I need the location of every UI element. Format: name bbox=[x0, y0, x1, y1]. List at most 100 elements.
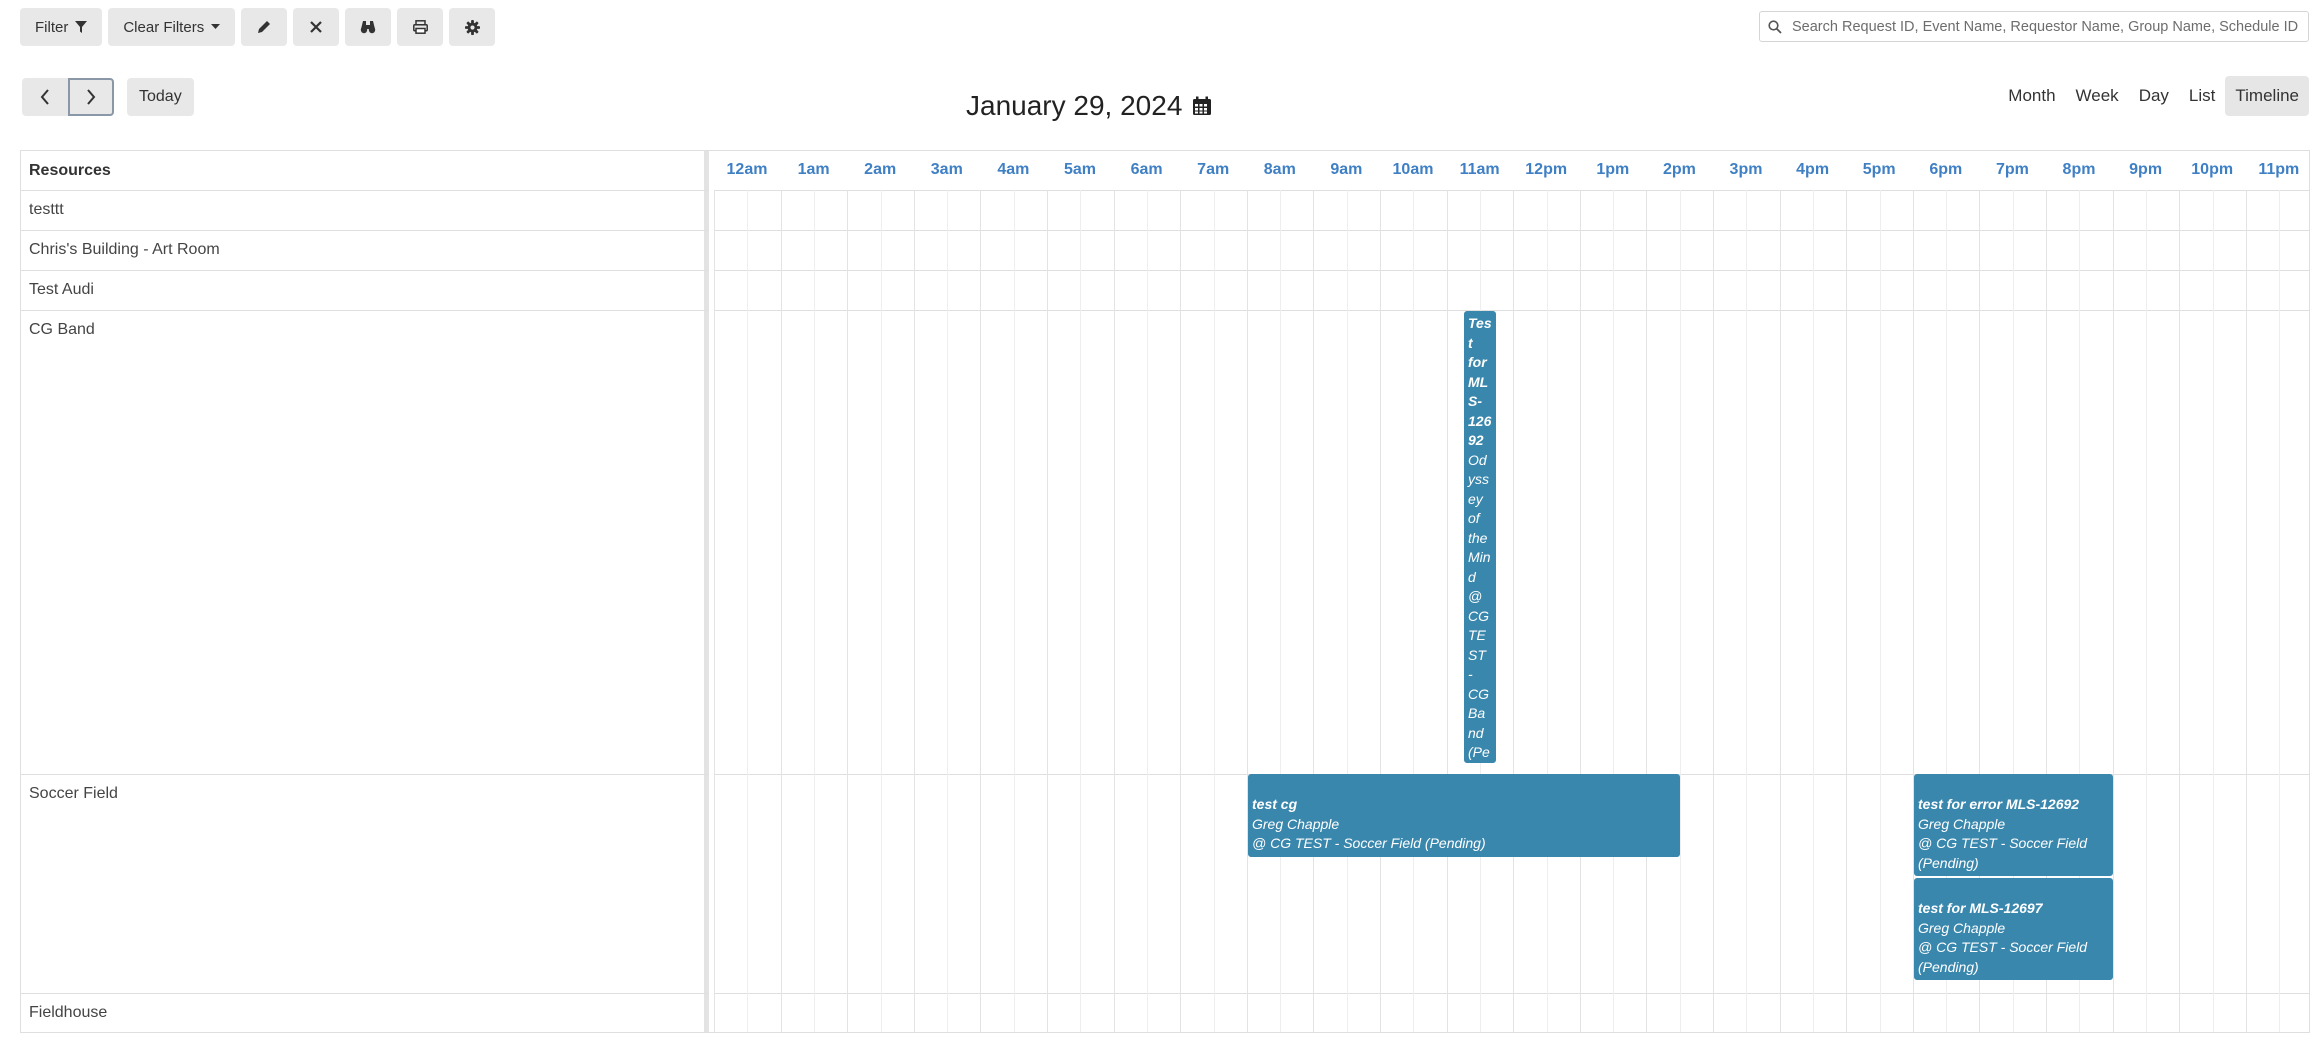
funnel-icon bbox=[75, 21, 88, 33]
hour-gridline bbox=[2245, 190, 2247, 1032]
hour-label: 12am bbox=[726, 161, 768, 178]
half-hour-gridline bbox=[2145, 190, 2147, 1032]
half-hour-gridline bbox=[1746, 190, 1748, 1032]
hour-gridline bbox=[1246, 190, 1248, 1032]
half-hour-gridline bbox=[1346, 190, 1348, 1032]
resource-row: Chris's Building - Art Room bbox=[21, 230, 709, 270]
event-block[interactable]: test for error MLS-12692 Greg Chapple @ … bbox=[1914, 774, 2113, 876]
event-location: @ CG TEST - Soccer Field (Pending) bbox=[1918, 939, 2088, 975]
hour-label: 6pm bbox=[1929, 161, 1963, 178]
event-title: test cg bbox=[1252, 796, 1298, 812]
event-subtitle: Greg Chapple bbox=[1252, 815, 1340, 832]
event-block[interactable]: test cg Greg Chapple @ CG TEST - Soccer … bbox=[1248, 774, 1680, 857]
half-hour-gridline bbox=[2279, 190, 2281, 1032]
chevron-left-icon bbox=[40, 89, 49, 105]
date-nav bbox=[22, 78, 114, 116]
resource-row: Soccer Field bbox=[21, 774, 709, 993]
event-subtitle: Greg Chapple bbox=[1918, 919, 2006, 936]
view-timeline-button[interactable]: Timeline bbox=[2225, 76, 2309, 116]
find-button[interactable] bbox=[345, 8, 392, 46]
hour-gridline bbox=[1380, 190, 1381, 1032]
event-location: @ CG TEST - Soccer Field (Pending) bbox=[1252, 835, 1486, 851]
half-hour-gridline bbox=[1280, 190, 1282, 1032]
row-divider bbox=[714, 230, 2309, 231]
timeline-area: 12am 1am 2am 3am 4am 5am 6am 7am 8am 9am 10am 11am 1… bbox=[714, 151, 2309, 1032]
hour-gridline bbox=[780, 190, 782, 1032]
row-divider bbox=[714, 993, 2309, 994]
half-hour-gridline bbox=[947, 190, 949, 1032]
hour-gridline bbox=[714, 190, 715, 1032]
hour-label: 11am bbox=[1459, 161, 1500, 178]
prev-button[interactable] bbox=[22, 78, 68, 116]
chevron-right-icon bbox=[87, 89, 96, 105]
event-block[interactable]: test for MLS-12697 Greg Chapple @ CG TES… bbox=[1914, 878, 2113, 980]
hour-label: 5am bbox=[1063, 161, 1097, 178]
hour-label: 5pm bbox=[1862, 161, 1896, 178]
print-button[interactable] bbox=[397, 8, 444, 46]
half-hour-gridline bbox=[1213, 190, 1215, 1032]
hour-label: 2pm bbox=[1662, 161, 1696, 178]
hour-gridline bbox=[1646, 190, 1648, 1032]
hour-gridline bbox=[1779, 190, 1781, 1032]
half-hour-gridline bbox=[880, 190, 882, 1032]
row-divider bbox=[714, 190, 2309, 191]
hour-label: 12pm bbox=[1525, 161, 1568, 178]
event-title: test for MLS-12697 bbox=[1918, 900, 2043, 916]
hour-gridline bbox=[980, 190, 982, 1032]
hour-label: 4am bbox=[997, 161, 1030, 178]
half-hour-gridline bbox=[1879, 190, 1881, 1032]
hour-gridline bbox=[1313, 190, 1315, 1032]
pencil-icon bbox=[258, 21, 271, 33]
event-block[interactable]: Test for MLS-12692 Odyssey of the Mind @… bbox=[1464, 311, 1496, 763]
resource-row: Test Audi bbox=[21, 270, 709, 310]
view-list-button[interactable]: List bbox=[2178, 76, 2226, 116]
view-week-button[interactable]: Week bbox=[2065, 76, 2129, 116]
hour-label: 7am bbox=[1197, 161, 1230, 178]
half-hour-gridline bbox=[1679, 190, 1681, 1032]
half-hour-gridline bbox=[1613, 190, 1615, 1032]
hour-gridline bbox=[847, 190, 849, 1032]
half-hour-gridline bbox=[1013, 190, 1015, 1032]
row-divider bbox=[714, 270, 2309, 271]
hour-gridline bbox=[1713, 190, 1714, 1032]
half-hour-gridline bbox=[747, 190, 749, 1032]
hour-label: 1am bbox=[797, 161, 830, 178]
hour-label: 9pm bbox=[2129, 161, 2163, 178]
search-input[interactable] bbox=[1792, 18, 2308, 35]
event-location: @ CG TEST - CG Band (Pending) bbox=[1468, 588, 1490, 760]
hour-label: 9am bbox=[1330, 161, 1363, 178]
next-button[interactable] bbox=[68, 78, 114, 116]
today-button[interactable]: Today bbox=[127, 78, 194, 116]
hour-label: 10pm bbox=[2191, 161, 2234, 178]
resource-column: Resources testtt Chris's Building - Art … bbox=[21, 151, 709, 1032]
clear-filters-button[interactable]: Clear Filters bbox=[108, 8, 236, 46]
search-box bbox=[1759, 11, 2309, 42]
filter-button[interactable]: Filter bbox=[20, 8, 103, 46]
hour-gridline bbox=[1579, 190, 1581, 1032]
half-hour-gridline bbox=[1546, 190, 1548, 1032]
search-icon bbox=[1768, 19, 1782, 34]
hour-label: 10am bbox=[1392, 161, 1434, 178]
hour-label: 2am bbox=[864, 161, 897, 178]
resources-header: Resources bbox=[29, 161, 111, 179]
view-day-button[interactable]: Day bbox=[2128, 76, 2179, 116]
hour-gridline bbox=[1180, 190, 1182, 1032]
date-title-text: January 29, 2024 bbox=[966, 90, 1183, 121]
event-title: Test for MLS-12692 bbox=[1468, 315, 1492, 448]
half-hour-gridline bbox=[813, 190, 815, 1032]
close-icon bbox=[310, 21, 322, 33]
settings-button[interactable] bbox=[449, 8, 496, 46]
printer-icon bbox=[412, 20, 428, 34]
delete-button[interactable] bbox=[293, 8, 340, 46]
hour-gridline bbox=[1846, 190, 1848, 1032]
hour-label: 6am bbox=[1130, 161, 1163, 178]
half-hour-gridline bbox=[1812, 190, 1814, 1032]
gear-icon bbox=[464, 19, 480, 35]
half-hour-gridline bbox=[2212, 190, 2214, 1032]
half-hour-gridline bbox=[1413, 190, 1415, 1032]
edit-button[interactable] bbox=[241, 8, 288, 46]
calendar-icon[interactable] bbox=[1192, 96, 1212, 116]
view-month-button[interactable]: Month bbox=[1998, 76, 2066, 116]
hour-gridline bbox=[1047, 190, 1048, 1032]
timeline-grid: Resources testtt Chris's Building - Art … bbox=[20, 150, 2310, 1033]
